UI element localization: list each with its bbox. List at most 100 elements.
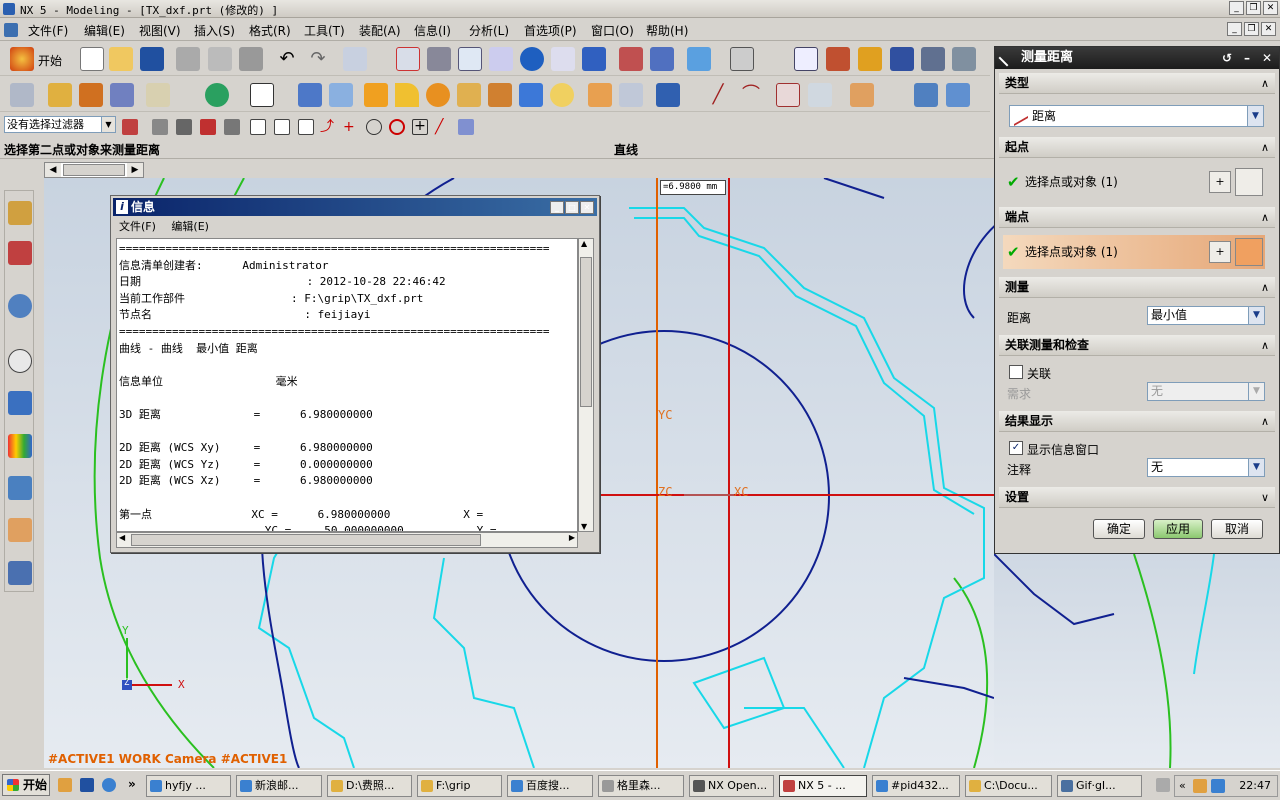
collapse-dialog-icon[interactable]: – [1239,50,1255,66]
zoom-icon[interactable] [458,47,482,71]
taskbar-item[interactable]: NX Open... [689,775,774,797]
info-close-button[interactable]: ✕ [580,201,594,214]
doc-close-button[interactable]: ✕ [1261,22,1276,36]
web-browser-icon[interactable] [8,294,32,318]
dialog-close-icon[interactable]: ✕ [1259,50,1275,66]
menu-file[interactable]: 文件(F) [28,22,68,39]
select-all-icon[interactable] [176,119,192,135]
boss-icon[interactable] [457,83,481,107]
sphere-icon[interactable] [426,83,450,107]
information-window[interactable]: i 信息 _ □ ✕ 文件(F) 编辑(E) =================… [110,195,600,553]
section-settings[interactable]: 设置 ∨ [999,487,1275,508]
taskbar-item[interactable]: C:\Docu... [965,775,1052,797]
chevron-up-icon[interactable]: ∧ [1261,207,1269,228]
quicklaunch-more-icon[interactable]: » [128,777,136,791]
doc-minimize-button[interactable]: _ [1227,22,1242,36]
sketch-icon[interactable] [10,83,34,107]
offset-curve-icon[interactable] [850,83,874,107]
keyboard-icon[interactable] [1156,778,1170,792]
measure-dialog-titlebar[interactable]: 测量距离 ↺ – ✕ [995,47,1279,69]
section-type[interactable]: 类型 ∧ [999,73,1275,94]
menu-assembly[interactable]: 装配(A) [359,22,401,39]
tray-icon-2[interactable] [1211,779,1225,793]
taskbar-item[interactable]: 格里森... [598,775,684,797]
info-vertical-scrollbar[interactable]: ▲ ▼ [578,238,594,532]
info-menu-edit[interactable]: 编辑(E) [171,220,209,233]
assembly-navigator-icon[interactable] [8,201,32,225]
point-icon[interactable] [205,83,229,107]
edge-blend-icon[interactable] [146,83,170,107]
ie-icon[interactable] [102,778,116,792]
chevron-down-icon[interactable]: ▼ [1248,459,1264,476]
chevron-down-icon[interactable]: ▼ [101,117,115,132]
slot-icon[interactable] [588,83,612,107]
info-vscroll-thumb[interactable] [580,257,592,407]
cone-icon[interactable] [395,83,419,107]
snap-point-on-face-icon[interactable] [458,119,474,135]
scroll-left-icon[interactable]: ◀ [119,533,125,542]
zoom-window-icon[interactable] [427,47,451,71]
deselect-icon[interactable] [152,119,168,135]
scroll-right-icon[interactable]: ▶ [569,533,575,542]
taskbar-item[interactable]: 百度搜... [507,775,593,797]
section-start-point[interactable]: 起点 ∧ [999,137,1275,158]
reuse-library-icon[interactable] [8,391,32,415]
groove-icon[interactable] [550,83,574,107]
taskbar-item[interactable]: F:\grip [417,775,502,797]
ok-button[interactable]: 确定 [1093,519,1145,539]
menu-preferences[interactable]: 首选项(P) [524,22,577,39]
info-menu-file[interactable]: 文件(F) [119,220,156,233]
snap-line-icon[interactable] [274,119,290,135]
selection-filter-dropdown[interactable]: 没有选择过滤器 ▼ [4,116,116,133]
chevron-up-icon[interactable]: ∧ [1261,137,1269,158]
associative-checkbox[interactable] [1009,365,1023,379]
start-icon[interactable] [10,47,34,71]
view-tab-scroller[interactable]: ◀ ▶ [44,162,144,178]
cut-icon[interactable] [176,47,200,71]
clock[interactable]: 22:47 [1239,779,1271,792]
show-info-window-checkbox[interactable]: ✓ [1009,441,1023,455]
start-point-type-button[interactable] [1235,168,1263,196]
view-orientation-icon[interactable] [730,47,754,71]
end-point-type-button[interactable] [1235,238,1263,266]
wcs-icon[interactable] [826,47,850,71]
render-style-icon[interactable] [687,47,711,71]
palette-icon[interactable] [8,434,32,458]
open-folder-icon[interactable] [109,47,133,71]
quicklaunch-icon-2[interactable] [80,778,94,792]
graphics-window-right[interactable] [994,554,1280,768]
part-navigator-icon[interactable] [8,241,32,265]
scroll-up-icon[interactable]: ▲ [581,239,587,248]
restore-button[interactable]: ❐ [1246,1,1261,15]
wcs-orient-icon[interactable] [921,47,945,71]
system-scenes-icon[interactable] [8,561,32,585]
start-button-label[interactable]: 开始 [38,52,62,69]
datum-plane-icon[interactable] [298,83,322,107]
snap-mid-icon[interactable] [224,119,240,135]
extrude-icon[interactable] [48,83,72,107]
info-titlebar[interactable]: i 信息 _ □ ✕ [113,198,597,216]
line-icon[interactable]: ╱ [706,83,730,107]
hole-icon[interactable] [488,83,512,107]
menu-tools[interactable]: 工具(T) [304,22,345,39]
menu-format[interactable]: 格式(R) [249,22,291,39]
wcs-rotate-icon[interactable] [890,47,914,71]
polygon-icon[interactable] [776,83,800,107]
menu-window[interactable]: 窗口(O) [591,22,634,39]
doc-restore-button[interactable]: ❐ [1244,22,1259,36]
info-maximize-button[interactable]: □ [565,201,579,214]
fit-icon[interactable] [396,47,420,71]
snap-existing-point-icon[interactable]: + [412,119,428,135]
distance-dropdown[interactable]: 最小值 ▼ [1147,306,1265,325]
copy-icon[interactable] [208,47,232,71]
section-result-display[interactable]: 结果显示 ∧ [999,411,1275,432]
reset-icon[interactable]: ↺ [1219,50,1235,66]
snap-end-icon[interactable] [200,119,216,135]
wcs-origin-icon[interactable] [858,47,882,71]
chevron-up-icon[interactable]: ∧ [1261,277,1269,298]
snap-intersection-icon[interactable]: + [343,119,359,135]
taskbar-item[interactable]: #pid432... [872,775,960,797]
info-minimize-button[interactable]: _ [550,201,564,214]
section-measure[interactable]: 测量 ∧ [999,277,1275,298]
select-icon[interactable] [343,47,367,71]
